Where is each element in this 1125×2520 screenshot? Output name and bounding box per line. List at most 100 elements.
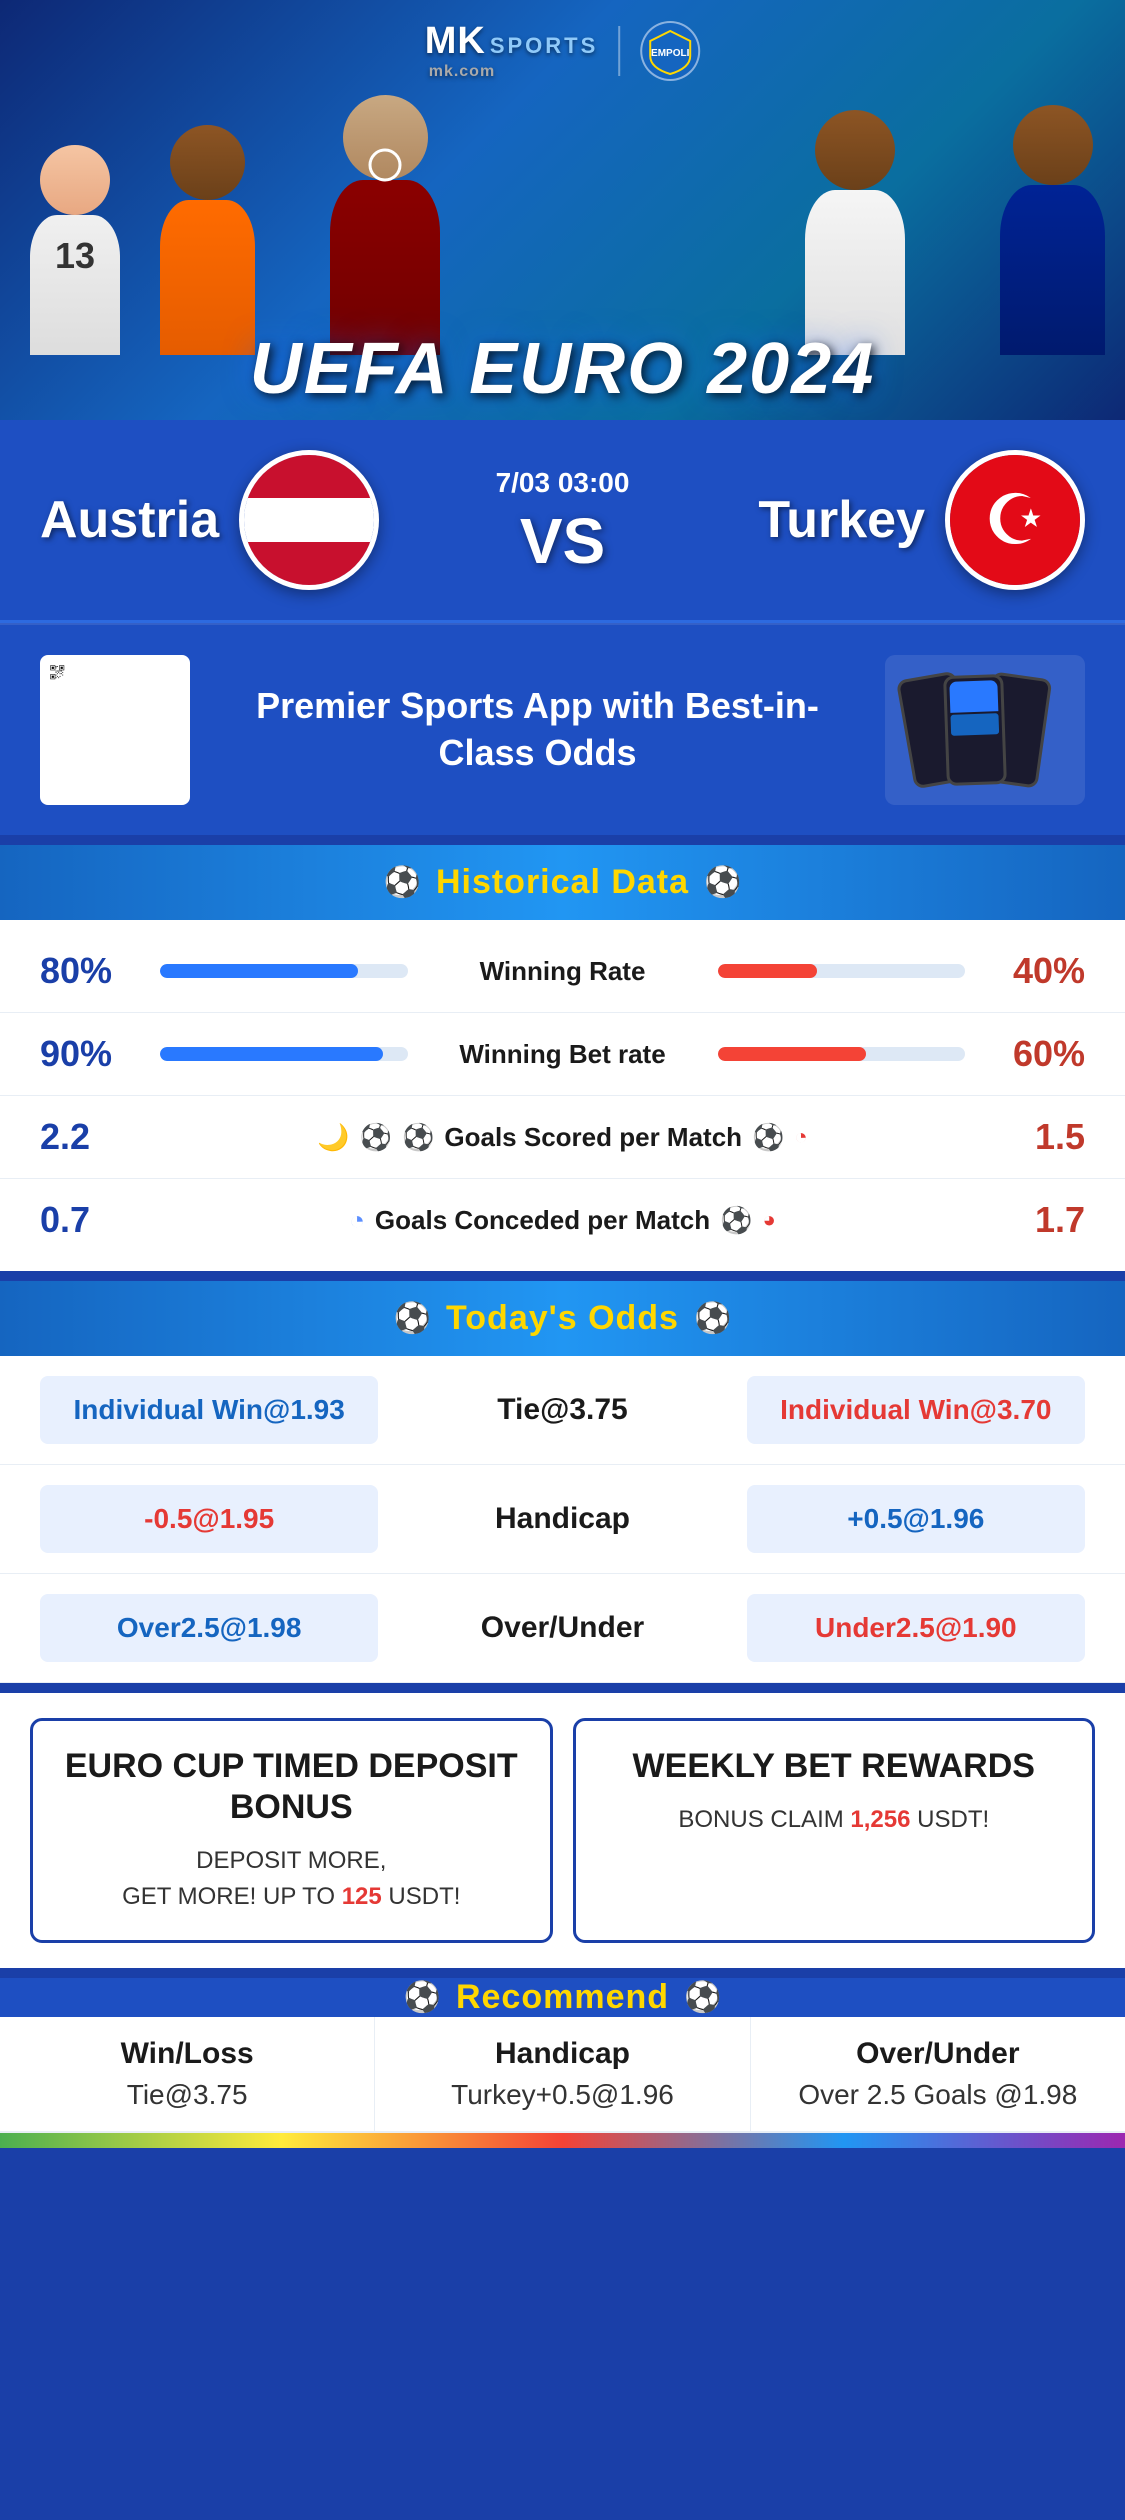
ball-icon-2: ⚽ bbox=[402, 1122, 434, 1153]
historical-table: 80% Winning Rate 40% 90% Winning Bet rat… bbox=[0, 920, 1125, 1271]
bar-left-fill-2 bbox=[160, 1047, 383, 1061]
over-under-label: Over/Under bbox=[481, 1611, 644, 1645]
bonus-amount-1: 125 bbox=[342, 1883, 382, 1910]
bar-right-fill-2 bbox=[718, 1047, 867, 1061]
turkey-flag: ☪ bbox=[950, 455, 1080, 585]
vs-text: VS bbox=[520, 509, 605, 573]
odds-cell-left-2: -0.5@1.95 bbox=[40, 1485, 378, 1553]
historical-title: Historical Data bbox=[436, 863, 689, 902]
mk-logo: MK SPORTS mk.com bbox=[425, 20, 599, 81]
event-title: UEFA EURO 2024 bbox=[250, 328, 876, 410]
tie-label: Tie@3.75 bbox=[497, 1393, 627, 1427]
odds-ball-icon-left: ⚽ bbox=[394, 1301, 431, 1336]
rec-col-val-3: Over 2.5 Goals @1.98 bbox=[766, 2079, 1110, 2111]
odds-cell-right-3: Under2.5@1.90 bbox=[747, 1594, 1085, 1662]
stat-left-4: 0.7 bbox=[40, 1199, 140, 1241]
individual-win-away-btn[interactable]: Individual Win@3.70 bbox=[747, 1376, 1085, 1444]
promo-text-block: Premier Sports App with Best-in-Class Od… bbox=[220, 683, 855, 777]
austria-flag bbox=[244, 455, 374, 585]
odds-cell-right-1: Individual Win@3.70 bbox=[747, 1376, 1085, 1444]
player-2 bbox=[160, 125, 255, 355]
bar-right-2 bbox=[718, 1047, 966, 1061]
rec-col-3: Over/Under Over 2.5 Goals @1.98 bbox=[751, 2017, 1125, 2131]
recommend-header-row: Win/Loss Tie@3.75 Handicap Turkey+0.5@1.… bbox=[0, 2017, 1125, 2133]
away-team-name: Turkey bbox=[758, 490, 925, 550]
app-mockups bbox=[885, 655, 1085, 805]
rec-col-1: Win/Loss Tie@3.75 bbox=[0, 2017, 375, 2131]
stat-row-1: 80% Winning Rate 40% bbox=[0, 930, 1125, 1013]
player-4 bbox=[805, 110, 905, 355]
goals-center-3: 🌙 ⚽ ⚽ Goals Scored per Match ⚽ ◔ bbox=[160, 1122, 965, 1153]
stat-label-3: Goals Scored per Match bbox=[444, 1122, 742, 1153]
over-btn[interactable]: Over2.5@1.98 bbox=[40, 1594, 378, 1662]
rec-ball-icon-right: ⚽ bbox=[684, 1980, 721, 2015]
qr-code bbox=[40, 655, 190, 805]
home-team-name: Austria bbox=[40, 490, 219, 550]
bonus-card-2: WEEKLY BET REWARDS BONUS CLAIM 1,256 USD… bbox=[573, 1718, 1096, 1943]
match-section: Austria 7/03 03:00 VS ☪ Turkey bbox=[0, 420, 1125, 623]
under-btn[interactable]: Under2.5@1.90 bbox=[747, 1594, 1085, 1662]
odds-cell-left-3: Over2.5@1.98 bbox=[40, 1594, 378, 1662]
soccer-ball-icon-left: ⚽ bbox=[384, 865, 421, 900]
stat-label-1: Winning Rate bbox=[423, 956, 703, 987]
rec-col-val-2: Turkey+0.5@1.96 bbox=[390, 2079, 734, 2111]
odds-table: Individual Win@1.93 Tie@3.75 Individual … bbox=[0, 1356, 1125, 1683]
odds-cell-center-1: Tie@3.75 bbox=[393, 1393, 731, 1427]
bonus-card-1: EURO CUP TIMED DEPOSIT BONUS DEPOSIT MOR… bbox=[30, 1718, 553, 1943]
ball-icon-1: ⚽ bbox=[360, 1122, 392, 1153]
handicap-minus-btn[interactable]: -0.5@1.95 bbox=[40, 1485, 378, 1553]
odds-title: Today's Odds bbox=[446, 1299, 679, 1338]
recommend-title: Recommend bbox=[456, 1978, 669, 2017]
stat-bar-2: Winning Bet rate bbox=[160, 1039, 965, 1070]
ball-icon-3: ⚽ bbox=[752, 1122, 784, 1153]
stat-right-1: 40% bbox=[985, 950, 1085, 992]
odds-row-1: Individual Win@1.93 Tie@3.75 Individual … bbox=[0, 1356, 1125, 1465]
odds-cell-center-3: Over/Under bbox=[393, 1611, 731, 1645]
home-team: Austria bbox=[40, 450, 476, 590]
stat-row-3: 2.2 🌙 ⚽ ⚽ Goals Scored per Match ⚽ ◔ 1.5 bbox=[0, 1096, 1125, 1179]
bonus-section: EURO CUP TIMED DEPOSIT BONUS DEPOSIT MOR… bbox=[0, 1693, 1125, 1968]
stat-row-2: 90% Winning Bet rate 60% bbox=[0, 1013, 1125, 1096]
svg-text:EMPOLI: EMPOLI bbox=[651, 48, 690, 59]
player-1: 13 bbox=[30, 145, 120, 355]
partner-badge: EMPOLI bbox=[640, 21, 700, 81]
crescent-icon: ☪ bbox=[984, 479, 1047, 561]
odds-cell-center-2: Handicap bbox=[393, 1502, 731, 1536]
rec-col-title-3: Over/Under bbox=[766, 2037, 1110, 2071]
stat-left-3: 2.2 bbox=[40, 1116, 140, 1158]
dotcom-text: mk.com bbox=[429, 63, 495, 81]
ball-icon-4: ⚽ bbox=[720, 1205, 752, 1236]
bonus-title-2: WEEKLY BET REWARDS bbox=[601, 1746, 1068, 1787]
match-time: 7/03 03:00 bbox=[496, 467, 630, 499]
austria-flag-circle bbox=[239, 450, 379, 590]
half-ball-icon: ◔ bbox=[794, 1124, 807, 1150]
header-banner: MK SPORTS mk.com EMPOLI 13 bbox=[0, 0, 1125, 420]
odds-row-2: -0.5@1.95 Handicap +0.5@1.96 bbox=[0, 1465, 1125, 1574]
bar-right-fill-1 bbox=[718, 964, 817, 978]
sports-text: SPORTS bbox=[490, 33, 598, 59]
vs-section: 7/03 03:00 VS bbox=[476, 467, 650, 573]
stat-right-4: 1.7 bbox=[985, 1199, 1085, 1241]
stat-label-4: Goals Conceded per Match bbox=[375, 1205, 710, 1236]
stat-left-2: 90% bbox=[40, 1033, 140, 1075]
recommend-table: Win/Loss Tie@3.75 Handicap Turkey+0.5@1.… bbox=[0, 2017, 1125, 2133]
soccer-ball-icon-right: ⚽ bbox=[704, 865, 741, 900]
app-promo-section: Premier Sports App with Best-in-Class Od… bbox=[0, 623, 1125, 835]
odds-ball-icon-right: ⚽ bbox=[694, 1301, 731, 1336]
stat-bar-1: Winning Rate bbox=[160, 956, 965, 987]
historical-section-header: ⚽ Historical Data ⚽ bbox=[0, 845, 1125, 920]
phone-mock-2 bbox=[943, 674, 1007, 786]
individual-win-btn[interactable]: Individual Win@1.93 bbox=[40, 1376, 378, 1444]
odds-cell-left-1: Individual Win@1.93 bbox=[40, 1376, 378, 1444]
promo-title: Premier Sports App with Best-in-Class Od… bbox=[220, 683, 855, 777]
turkey-flag-circle: ☪ bbox=[945, 450, 1085, 590]
stat-row-4: 0.7 ◔ Goals Conceded per Match ⚽ ◕ 1.7 bbox=[0, 1179, 1125, 1261]
odds-row-3: Over2.5@1.98 Over/Under Under2.5@1.90 bbox=[0, 1574, 1125, 1683]
stat-right-3: 1.5 bbox=[985, 1116, 1085, 1158]
bonus-desc-2: BONUS CLAIM 1,256 USDT! bbox=[601, 1802, 1068, 1838]
logo-divider bbox=[618, 26, 620, 76]
bar-right-1 bbox=[718, 964, 966, 978]
handicap-plus-btn[interactable]: +0.5@1.96 bbox=[747, 1485, 1085, 1553]
moon-icon: 🌙 bbox=[317, 1122, 349, 1153]
bar-left-2 bbox=[160, 1047, 408, 1061]
